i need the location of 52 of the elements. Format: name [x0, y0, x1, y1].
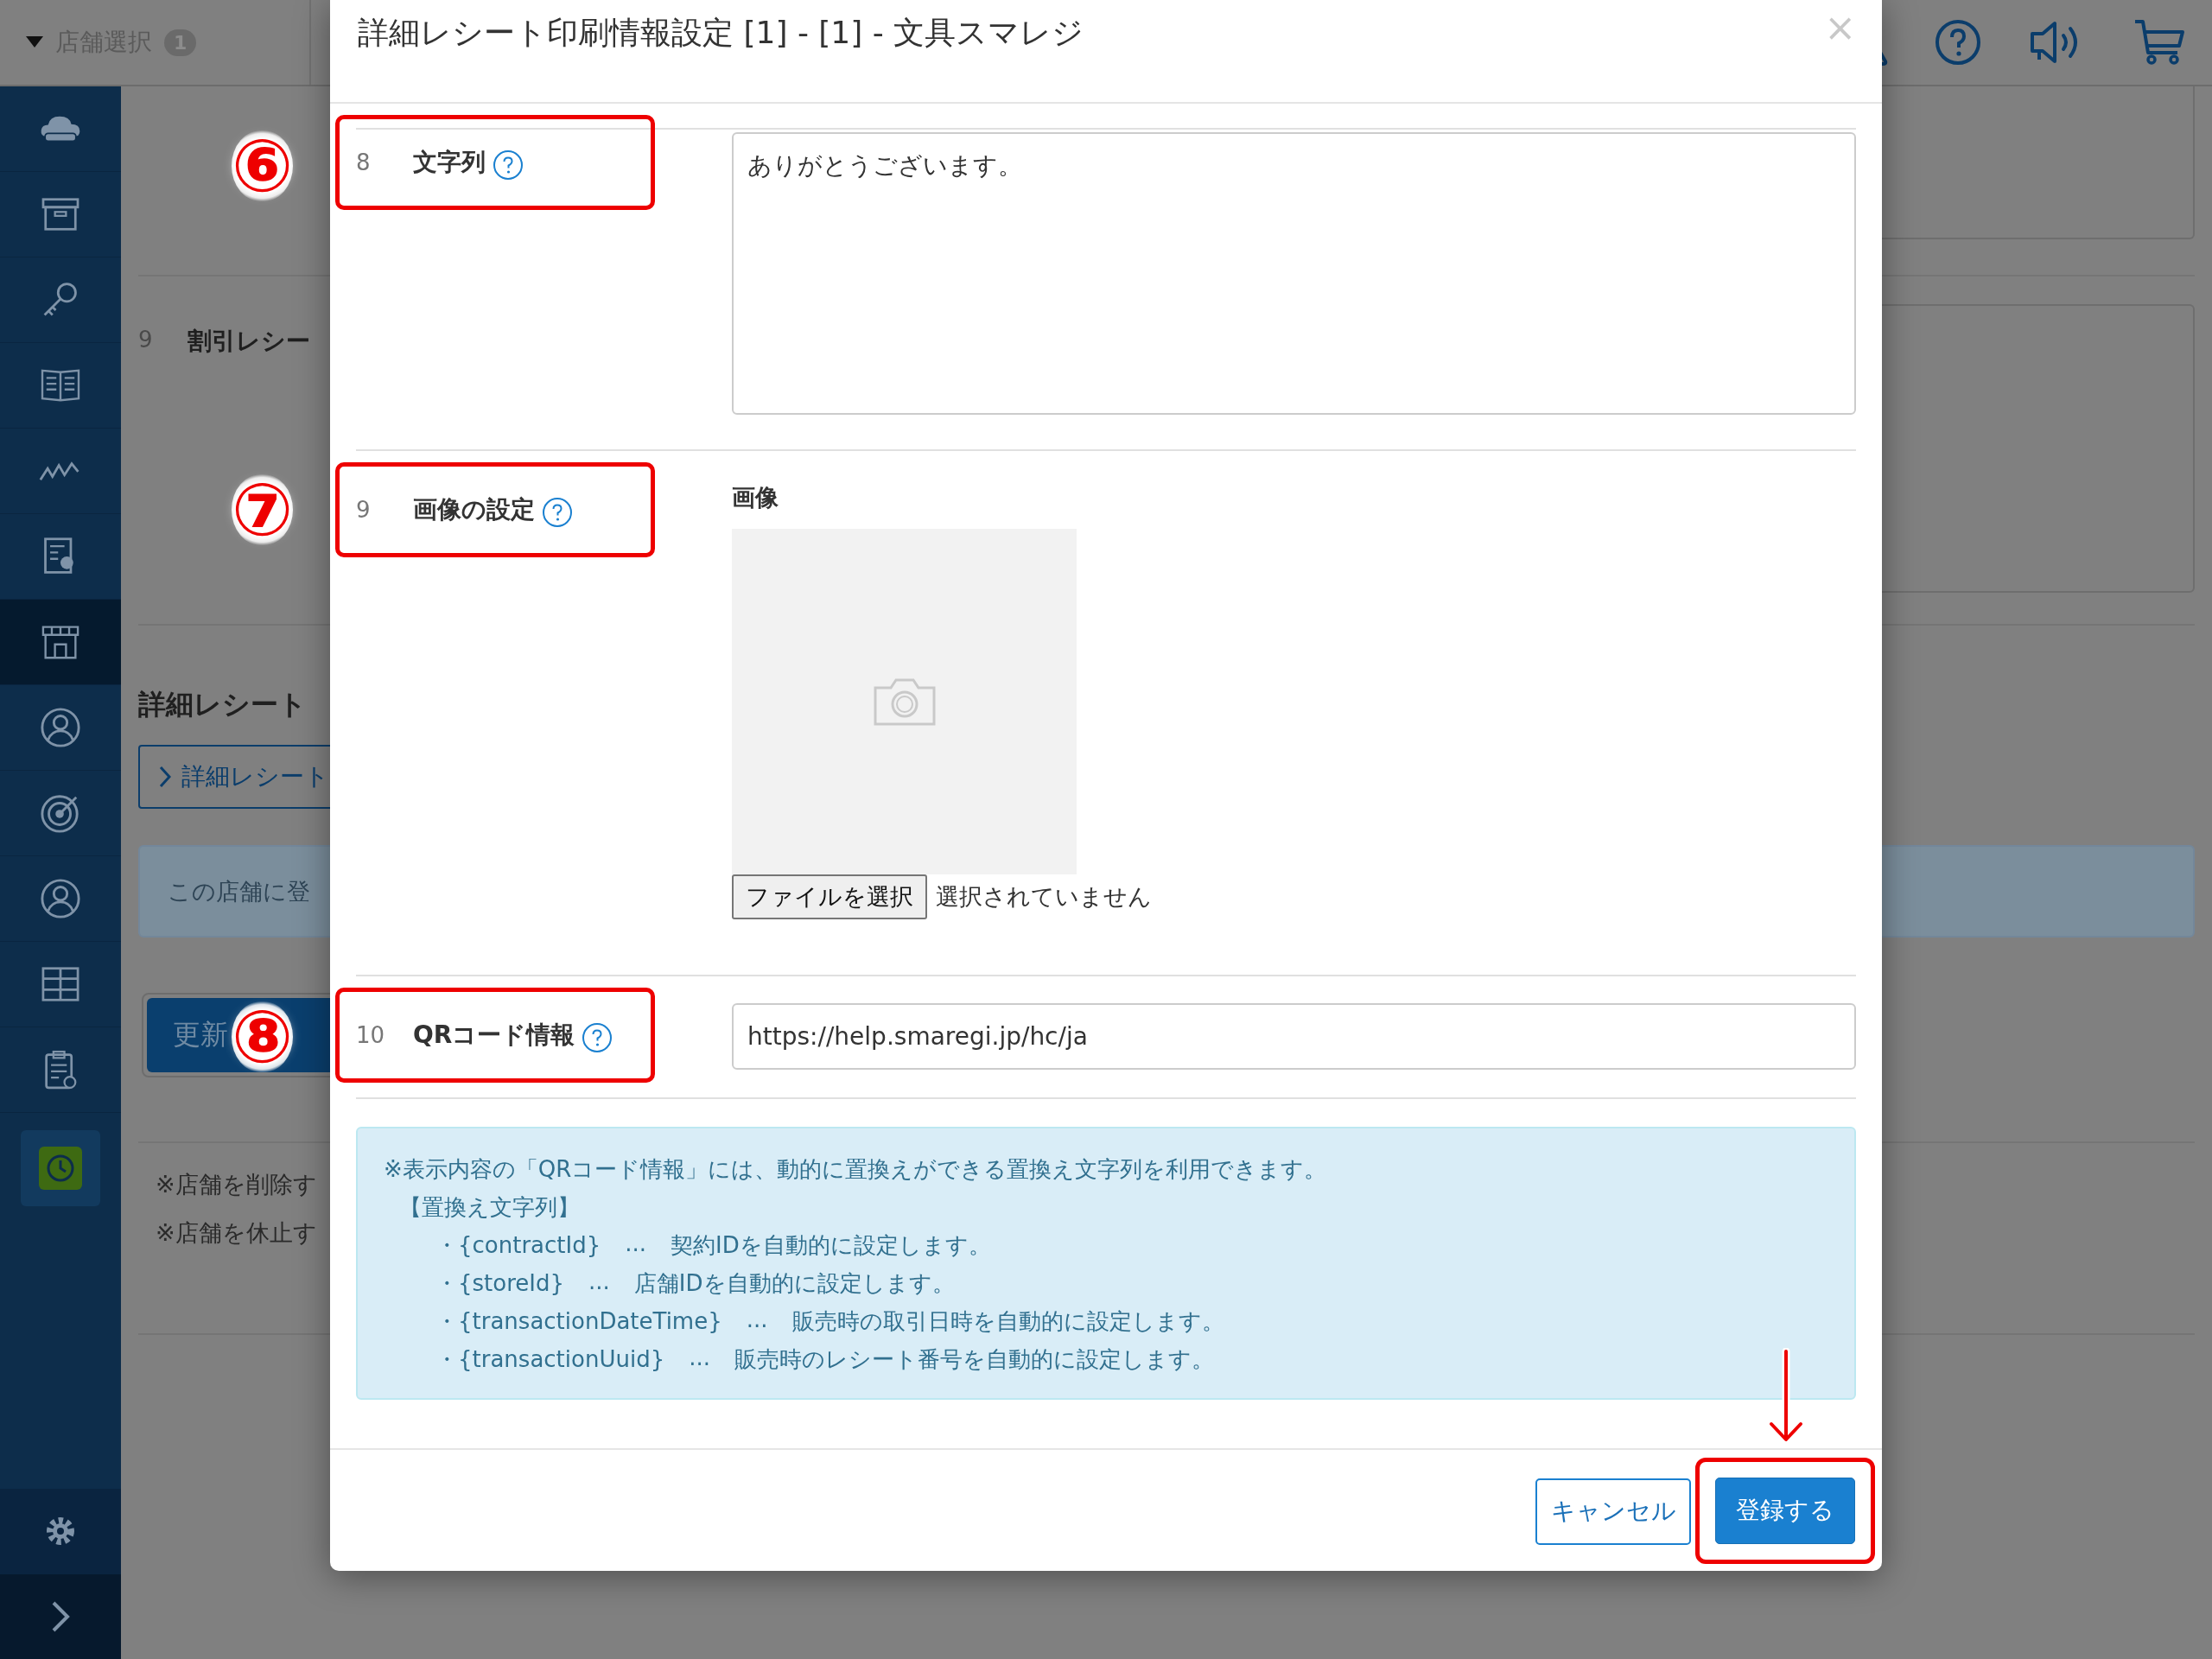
row-number: 9 — [356, 497, 372, 523]
separator-text: ... — [588, 1268, 610, 1296]
field-label: 割引レシー — [187, 326, 310, 357]
file-status: 選択されていません — [936, 882, 1152, 912]
notice-text: この店舗に登 — [168, 876, 310, 906]
field-label: QRコード情報 — [413, 1020, 575, 1051]
book-icon — [40, 367, 81, 404]
user-icon — [40, 878, 81, 919]
token-description: 販売時のレシート番号を自動的に設定します。 — [734, 1345, 1214, 1374]
info-heading: 【置換え文字列】 — [399, 1193, 581, 1222]
help-icon[interactable] — [1934, 18, 1982, 67]
clipboard-icon — [43, 1049, 78, 1090]
help-icon[interactable] — [582, 1022, 613, 1053]
file-button[interactable]: ファイルを選択 — [732, 874, 927, 919]
link-label: 詳細レシート — [181, 761, 329, 792]
token-text: ・{transactionUuid} — [435, 1345, 665, 1374]
help-icon[interactable] — [493, 149, 524, 181]
grid-icon — [41, 966, 80, 1002]
section-title: 詳細レシート — [138, 687, 307, 722]
text-area[interactable]: ありがとうございます。 — [732, 132, 1856, 415]
token-description: 契約IDを自動的に設定します。 — [671, 1231, 991, 1260]
target-icon — [40, 792, 81, 834]
separator-text: ... — [746, 1306, 768, 1334]
help-icon[interactable] — [542, 497, 573, 528]
separator-text: ... — [625, 1230, 647, 1258]
note-text: ※店舗を休止す — [156, 1218, 317, 1248]
note-text: ※店舗を削除す — [156, 1170, 317, 1199]
sidebar-item[interactable] — [0, 600, 121, 685]
modal-title: 詳細レシート印刷情報設定 [1] - [1] - 文具スマレジ — [358, 14, 1084, 52]
token-description: 販売時の取引日時を自動的に設定します。 — [791, 1307, 1224, 1336]
token-description: 店舗IDを自動的に設定します。 — [633, 1269, 955, 1298]
image-label: 画像 — [732, 483, 779, 512]
token-text: ・{contractId} — [435, 1231, 601, 1260]
row-number: 10 — [356, 1022, 386, 1048]
cart-icon[interactable] — [2133, 18, 2186, 67]
field-label: 画像の設定 — [413, 494, 535, 525]
input-field[interactable]: https://help.smaregi.jp/hc/ja — [732, 1003, 1856, 1070]
caret-icon — [26, 36, 43, 48]
chevron-icon — [159, 766, 171, 788]
token-text: ・{transactionDateTime} — [435, 1307, 722, 1336]
info-text: ※表示内容の「QRコード情報」には、動的に置換えができる置換え文字列を利用できます。 — [384, 1155, 1328, 1184]
token-text: ・{storeId} — [435, 1269, 565, 1298]
field-label: 文字列 — [413, 147, 486, 178]
cancel-button[interactable]: キャンセル — [1535, 1478, 1691, 1545]
user-icon — [40, 707, 81, 748]
register-button[interactable]: 登録する — [1715, 1477, 1855, 1544]
store-icon — [41, 624, 80, 660]
separator-text: ... — [689, 1344, 710, 1372]
archive-icon — [41, 197, 80, 232]
row-number: 8 — [356, 149, 372, 175]
chevron-icon — [50, 1599, 71, 1634]
clock-icon — [39, 1147, 82, 1190]
